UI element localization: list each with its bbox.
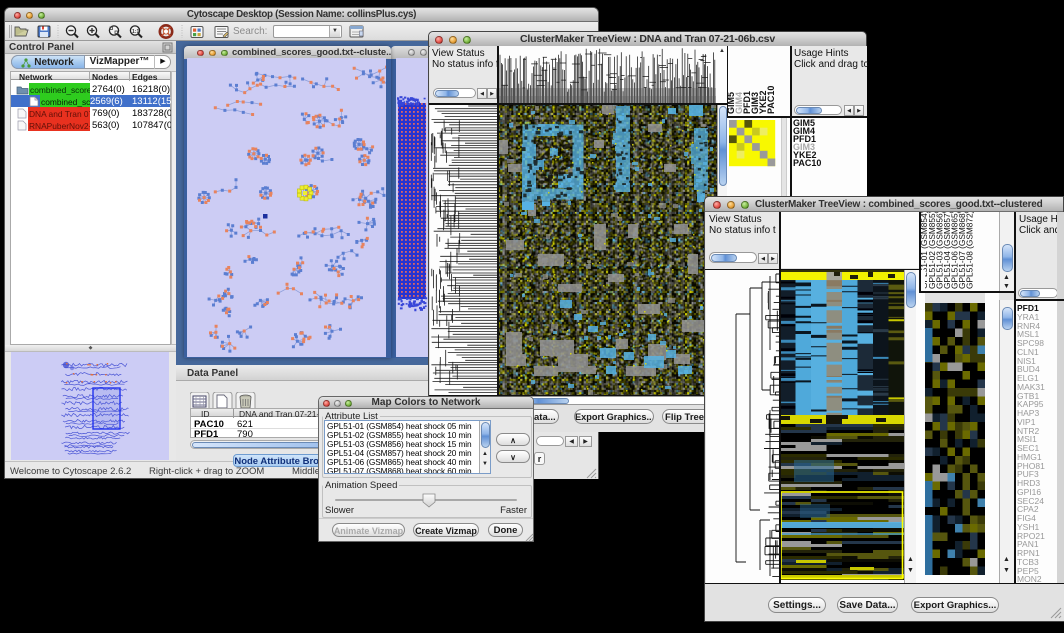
svg-text:GPL51-08 (GSM872): GPL51-08 (GSM872) bbox=[965, 212, 975, 289]
svg-text:1:1: 1:1 bbox=[132, 29, 139, 35]
svg-text:PAC10: PAC10 bbox=[766, 86, 776, 114]
